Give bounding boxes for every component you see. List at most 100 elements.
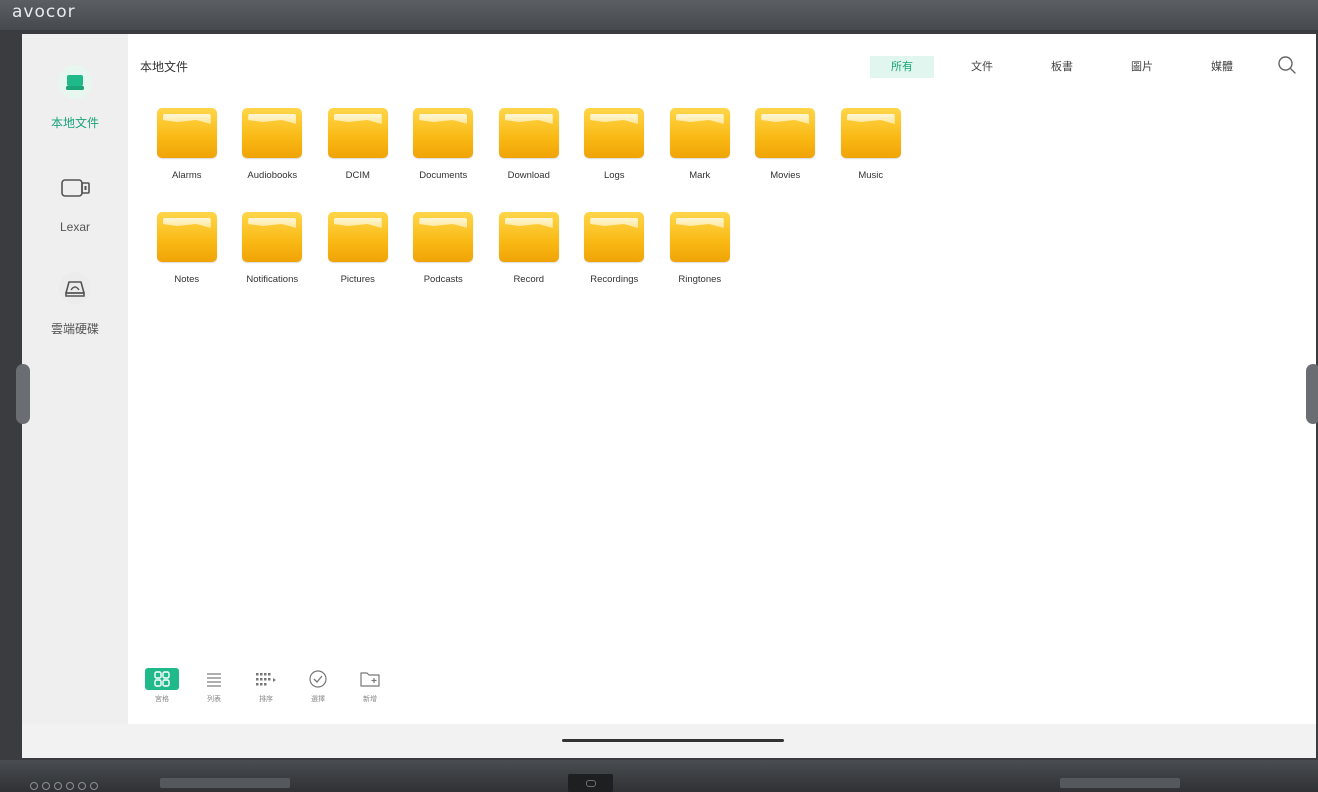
folder-icon xyxy=(669,108,730,158)
sidebar: 本地文件 Lexar 雲端硬碟 xyxy=(22,34,128,724)
sidebar-item-label: 本地文件 xyxy=(50,116,99,130)
folder-icon xyxy=(327,212,388,262)
tab-whiteboard[interactable]: 板書 xyxy=(1030,56,1094,78)
folder-icon xyxy=(413,212,474,262)
folder-row: Notes Notifications Pictures Podcasts Re… xyxy=(144,212,1004,316)
folder-icon xyxy=(498,108,559,158)
folder-icon xyxy=(584,108,645,158)
bezel-button[interactable] xyxy=(54,782,62,790)
new-folder-icon xyxy=(355,668,385,690)
system-nav-bar xyxy=(22,724,1316,758)
bezel-button[interactable] xyxy=(30,782,38,790)
folder-icon xyxy=(840,108,901,158)
folder-name: Notes xyxy=(174,274,200,285)
tool-label: 宮格 xyxy=(155,696,169,703)
folder-icon xyxy=(242,212,303,262)
tab-media[interactable]: 媒體 xyxy=(1190,56,1254,78)
folder-item[interactable]: Podcasts xyxy=(401,212,487,316)
tool-label: 選擇 xyxy=(311,696,325,703)
filter-tabs: 所有 文件 板書 圖片 媒體 xyxy=(854,56,1254,78)
folder-item[interactable]: Pictures xyxy=(315,212,401,316)
folder-icon xyxy=(242,108,303,158)
folder-item[interactable]: Alarms xyxy=(144,108,230,212)
grid-view-button[interactable]: 宮格 xyxy=(140,668,184,704)
folder-item[interactable]: Notifications xyxy=(230,212,316,316)
folder-name: Pictures xyxy=(340,274,375,285)
monitor-bezel-top: avocor xyxy=(0,0,1318,30)
folder-row: Alarms Audiobooks DCIM Documents Downloa… xyxy=(144,108,1004,212)
folder-name: Mark xyxy=(689,170,711,181)
folder-item[interactable]: Record xyxy=(486,212,572,316)
select-button[interactable]: 選擇 xyxy=(296,668,340,704)
folder-item[interactable]: Audiobooks xyxy=(230,108,316,212)
bezel-buttons xyxy=(30,782,98,790)
sidebar-item-label: 雲端硬碟 xyxy=(50,322,99,336)
folder-name: Record xyxy=(513,274,545,285)
search-icon[interactable] xyxy=(1276,54,1298,76)
folder-item[interactable]: Movies xyxy=(743,108,829,212)
screen: 本地文件 Lexar 雲端硬碟 本地文件 所有 文件 板書 圖片 媒體 Alar… xyxy=(22,34,1316,758)
tool-label: 新增 xyxy=(363,696,377,703)
sidebar-item-local-files[interactable]: 本地文件 xyxy=(22,62,128,131)
drive-icon xyxy=(55,62,95,102)
folder-item[interactable]: Music xyxy=(828,108,914,212)
grid-view-icon xyxy=(145,668,179,690)
folder-icon xyxy=(156,212,217,262)
right-side-handle[interactable] xyxy=(1306,364,1318,424)
folder-item[interactable]: Mark xyxy=(657,108,743,212)
folder-icon xyxy=(413,108,474,158)
folder-item[interactable]: Ringtones xyxy=(657,212,743,316)
cloud-drive-icon xyxy=(55,268,95,308)
folder-icon xyxy=(498,212,559,262)
folder-item[interactable]: DCIM xyxy=(315,108,401,212)
list-view-button[interactable]: 列表 xyxy=(192,668,236,704)
folder-item[interactable]: Logs xyxy=(572,108,658,212)
sidebar-item-lexar[interactable]: Lexar xyxy=(22,168,128,234)
folder-grid: Alarms Audiobooks DCIM Documents Downloa… xyxy=(144,108,1004,316)
bezel-button[interactable] xyxy=(42,782,50,790)
folder-name: Notifications xyxy=(246,274,299,285)
folder-name: Recordings xyxy=(590,274,639,285)
folder-name: Download xyxy=(507,170,550,181)
folder-item[interactable]: Notes xyxy=(144,212,230,316)
folder-name: Logs xyxy=(603,170,625,181)
bezel-speaker xyxy=(160,778,290,788)
view-toolbar: 宮格 列表 排序 選擇 新增 xyxy=(140,668,400,704)
folder-item[interactable]: Documents xyxy=(401,108,487,212)
sort-button[interactable]: 排序 xyxy=(244,668,288,704)
folder-item[interactable]: Download xyxy=(486,108,572,212)
folder-icon xyxy=(669,212,730,262)
list-view-icon xyxy=(199,668,229,690)
left-side-handle[interactable] xyxy=(16,364,30,424)
folder-name: Audiobooks xyxy=(247,170,298,181)
folder-name: DCIM xyxy=(345,170,370,181)
camera-icon xyxy=(568,774,613,792)
bezel-speaker xyxy=(1060,778,1180,788)
sort-icon xyxy=(251,668,281,690)
bezel-button[interactable] xyxy=(90,782,98,790)
sidebar-item-cloud-drive[interactable]: 雲端硬碟 xyxy=(22,268,128,337)
folder-icon xyxy=(156,108,217,158)
folder-name: Music xyxy=(858,170,884,181)
folder-name: Movies xyxy=(770,170,801,181)
new-folder-button[interactable]: 新增 xyxy=(348,668,392,704)
bezel-button[interactable] xyxy=(66,782,74,790)
folder-name: Documents xyxy=(419,170,468,181)
folder-name: Alarms xyxy=(171,170,202,181)
folder-name: Podcasts xyxy=(423,274,463,285)
select-icon xyxy=(303,668,333,690)
folder-icon xyxy=(584,212,645,262)
folder-item[interactable]: Recordings xyxy=(572,212,658,316)
home-indicator[interactable] xyxy=(562,739,784,742)
monitor-bezel-bottom xyxy=(0,760,1318,792)
tab-images[interactable]: 圖片 xyxy=(1110,56,1174,78)
tab-all[interactable]: 所有 xyxy=(870,56,934,78)
bezel-button[interactable] xyxy=(78,782,86,790)
tool-label: 排序 xyxy=(259,696,273,703)
tab-files[interactable]: 文件 xyxy=(950,56,1014,78)
brand-logo: avocor xyxy=(12,2,76,22)
sidebar-item-label: Lexar xyxy=(59,220,91,234)
file-browser: 本地文件 所有 文件 板書 圖片 媒體 Alarms Audiobooks DC… xyxy=(128,34,1316,724)
tool-label: 列表 xyxy=(207,696,221,703)
page-title: 本地文件 xyxy=(140,60,189,74)
